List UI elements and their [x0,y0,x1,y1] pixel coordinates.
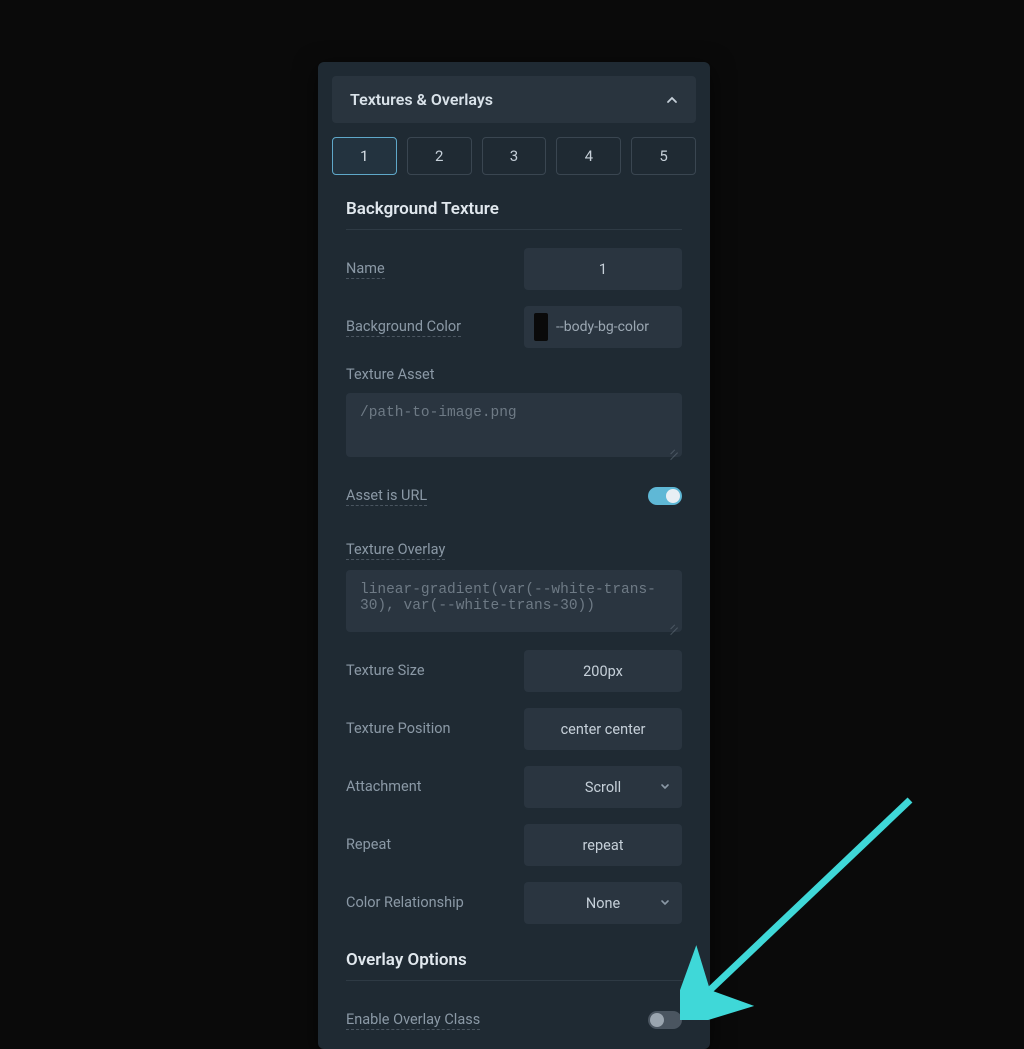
section-header-textures[interactable]: Textures & Overlays [332,76,696,123]
label-color-relationship: Color Relationship [346,894,464,912]
input-bgcolor[interactable]: --body-bg-color [524,306,682,348]
row-texture-size: Texture Size 200px [346,650,682,692]
row-enable-overlay: Enable Overlay Class [346,999,682,1041]
texture-tabs: 1 2 3 4 5 [332,137,696,175]
divider [346,980,682,981]
bg-texture-heading: Background Texture [346,199,682,219]
color-swatch[interactable] [534,313,548,341]
label-asset-url: Asset is URL [346,487,427,506]
label-attachment: Attachment [346,778,421,796]
input-repeat[interactable]: repeat [524,824,682,866]
input-texture-position[interactable]: center center [524,708,682,750]
select-color-relationship[interactable]: None [524,882,682,924]
overlay-options-heading: Overlay Options [346,950,682,970]
row-repeat: Repeat repeat [346,824,682,866]
label-repeat: Repeat [346,836,391,854]
chevron-down-icon [660,779,670,796]
panel-content: Background Texture Name 1 Background Col… [332,199,696,1041]
tab-5[interactable]: 5 [631,137,696,175]
tab-3[interactable]: 3 [482,137,547,175]
row-attachment: Attachment Scroll [346,766,682,808]
resize-handle-icon[interactable] [668,443,678,453]
label-enable-overlay: Enable Overlay Class [346,1011,480,1030]
divider [346,229,682,230]
select-attachment[interactable]: Scroll [524,766,682,808]
label-texture-position: Texture Position [346,720,451,738]
toggle-asset-url[interactable] [648,487,682,505]
annotation-arrow-icon [680,780,940,1020]
label-name: Name [346,260,385,279]
chevron-up-icon [666,94,678,106]
chevron-down-icon [660,895,670,912]
textarea-texture-overlay[interactable]: linear-gradient(var(--white-trans-30), v… [346,570,682,632]
label-bgcolor: Background Color [346,318,461,337]
settings-panel: Textures & Overlays 1 2 3 4 5 Background… [318,62,710,1049]
textarea-texture-asset[interactable]: /path-to-image.png [346,393,682,457]
row-name: Name 1 [346,248,682,290]
tab-4[interactable]: 4 [556,137,621,175]
input-texture-size[interactable]: 200px [524,650,682,692]
tab-2[interactable]: 2 [407,137,472,175]
toggle-enable-overlay[interactable] [648,1011,682,1029]
section-title: Textures & Overlays [350,90,493,109]
row-asset-url: Asset is URL [346,475,682,517]
resize-handle-icon[interactable] [668,618,678,628]
row-color-relationship: Color Relationship None [346,882,682,924]
row-texture-position: Texture Position center center [346,708,682,750]
row-bgcolor: Background Color --body-bg-color [346,306,682,348]
label-texture-size: Texture Size [346,662,425,680]
tab-1[interactable]: 1 [332,137,397,175]
label-texture-asset: Texture Asset [346,366,435,383]
label-texture-overlay: Texture Overlay [346,541,445,560]
input-name[interactable]: 1 [524,248,682,290]
